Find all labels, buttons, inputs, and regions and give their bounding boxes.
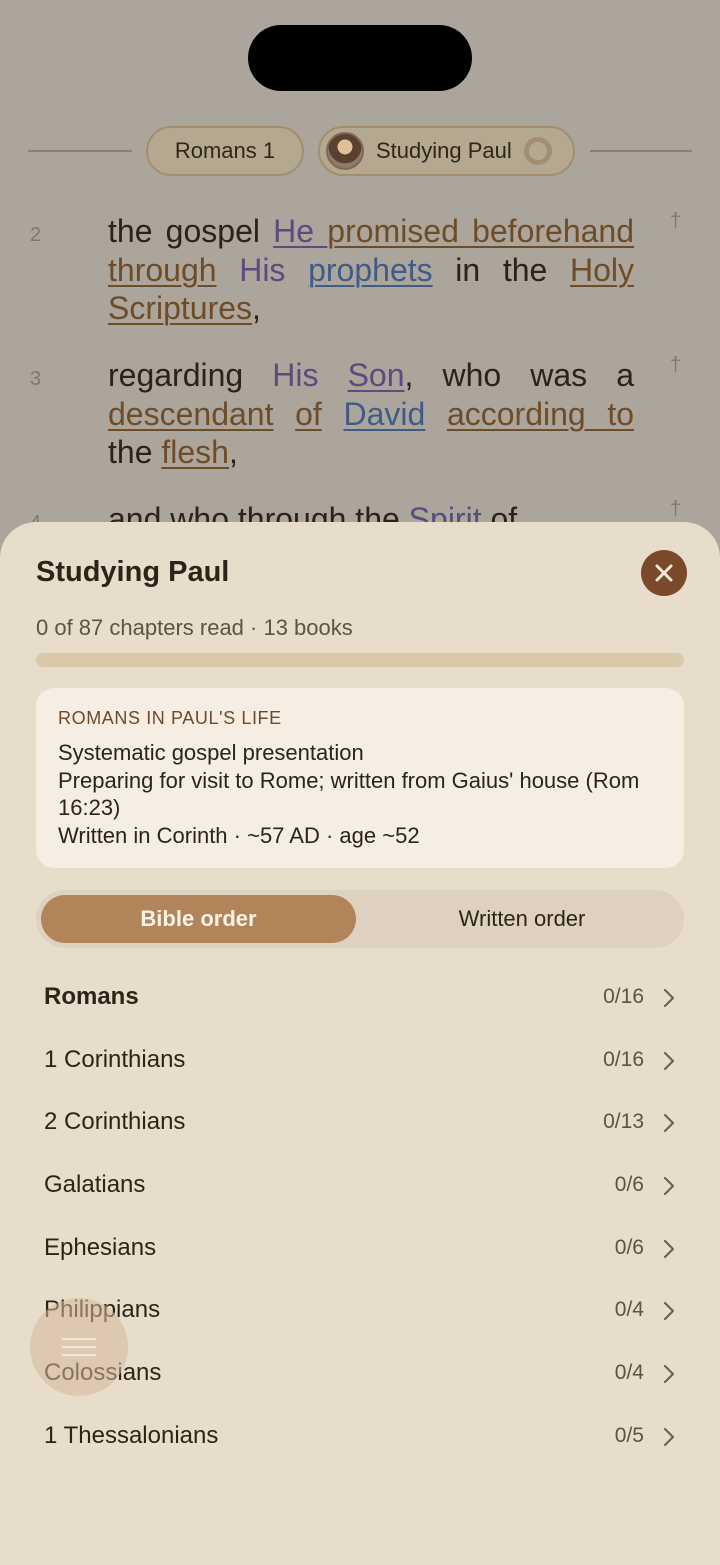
chapter-count: 0/5 <box>614 1423 644 1447</box>
progress-summary: 0 of 87 chapters read · 13 books <box>36 615 353 640</box>
book-name: Ephesians <box>44 1233 157 1261</box>
chevron-right-icon <box>663 1114 675 1133</box>
book-row-ephesians[interactable]: Ephesians 0/6 <box>0 1217 720 1280</box>
chevron-right-icon <box>663 1051 675 1070</box>
verse-number: 2 <box>30 224 42 246</box>
book-row-romans[interactable]: Romans 0/16 <box>0 966 720 1029</box>
order-toggle: Bible order Written order <box>36 890 684 948</box>
close-icon <box>655 564 673 582</box>
progress-ring-icon <box>523 137 552 165</box>
study-plan-label: Studying Paul <box>376 138 512 163</box>
book-row-galatians[interactable]: Galatians 0/6 <box>0 1154 720 1217</box>
divider-right <box>590 150 692 152</box>
chapter-count: 0/16 <box>603 1047 644 1071</box>
chevron-right-icon <box>663 1176 675 1196</box>
book-name: 1 Thessalonians <box>44 1421 219 1449</box>
divider-left <box>28 150 132 152</box>
chapter-count: 0/16 <box>603 985 644 1008</box>
menu-fab[interactable] <box>30 1298 128 1396</box>
verse-text: the gospel He promised beforehand throug… <box>108 213 635 326</box>
menu-icon <box>62 1346 96 1348</box>
chapter-count: 0/6 <box>614 1173 644 1197</box>
dynamic-island <box>248 25 472 91</box>
context-occasion: Preparing for visit to Rome; written fro… <box>58 767 640 821</box>
book-list: Romans 0/16 1 Corinthians 0/16 2 Corinth… <box>0 966 720 1468</box>
menu-icon <box>62 1354 96 1356</box>
context-heading: ROMANS IN PAUL'S LIFE <box>58 708 282 728</box>
book-name: 1 Corinthians <box>44 1045 186 1073</box>
reader-top-bar: Romans 1 Studying Paul <box>0 126 720 176</box>
context-theme: Systematic gospel presentation <box>58 740 364 765</box>
chevron-right-icon <box>663 1302 675 1321</box>
book-row-1-thessalonians[interactable]: 1 Thessalonians 0/5 <box>0 1405 720 1468</box>
written-order-tab[interactable]: Written order <box>366 895 678 943</box>
book-row-1-corinthians[interactable]: 1 Corinthians 0/16 <box>0 1029 720 1092</box>
progress-bar <box>36 653 684 667</box>
book-name: Romans <box>44 983 139 1010</box>
bible-order-tab[interactable]: Bible order <box>41 895 356 943</box>
study-plan-chip[interactable]: Studying Paul <box>318 126 575 176</box>
book-name: 2 Corinthians <box>44 1108 186 1136</box>
chevron-right-icon <box>663 1427 675 1446</box>
cross-reference-icon[interactable]: † <box>670 498 681 521</box>
verse-text: regarding His Son, who was a descendant … <box>108 357 635 470</box>
sheet-title: Studying Paul <box>36 556 230 588</box>
chapter-count: 0/13 <box>603 1110 644 1134</box>
book-chapter-label: Romans 1 <box>174 138 276 163</box>
study-plan-sheet: Studying Paul 0 of 87 chapters read · 13… <box>0 522 720 1565</box>
verse-number: 3 <box>30 368 42 390</box>
chapter-count: 0/6 <box>614 1235 644 1259</box>
chapter-count: 0/4 <box>614 1361 644 1385</box>
book-context-card: ROMANS IN PAUL'S LIFE Systematic gospel … <box>36 688 684 868</box>
chevron-right-icon <box>663 988 675 1008</box>
chevron-right-icon <box>663 1239 675 1258</box>
menu-icon <box>62 1338 96 1340</box>
chevron-right-icon <box>663 1365 675 1384</box>
cross-reference-icon[interactable]: † <box>670 354 681 377</box>
book-row-2-corinthians[interactable]: 2 Corinthians 0/13 <box>0 1091 720 1154</box>
context-date-place: Written in Corinth · ~57 AD · age ~52 <box>58 822 420 848</box>
cross-reference-icon[interactable]: † <box>670 210 681 233</box>
book-chapter-chip[interactable]: Romans 1 <box>146 126 304 176</box>
close-button[interactable] <box>641 550 687 596</box>
paul-avatar <box>326 132 364 170</box>
chapter-count: 0/4 <box>614 1298 644 1322</box>
book-name: Galatians <box>44 1171 146 1199</box>
